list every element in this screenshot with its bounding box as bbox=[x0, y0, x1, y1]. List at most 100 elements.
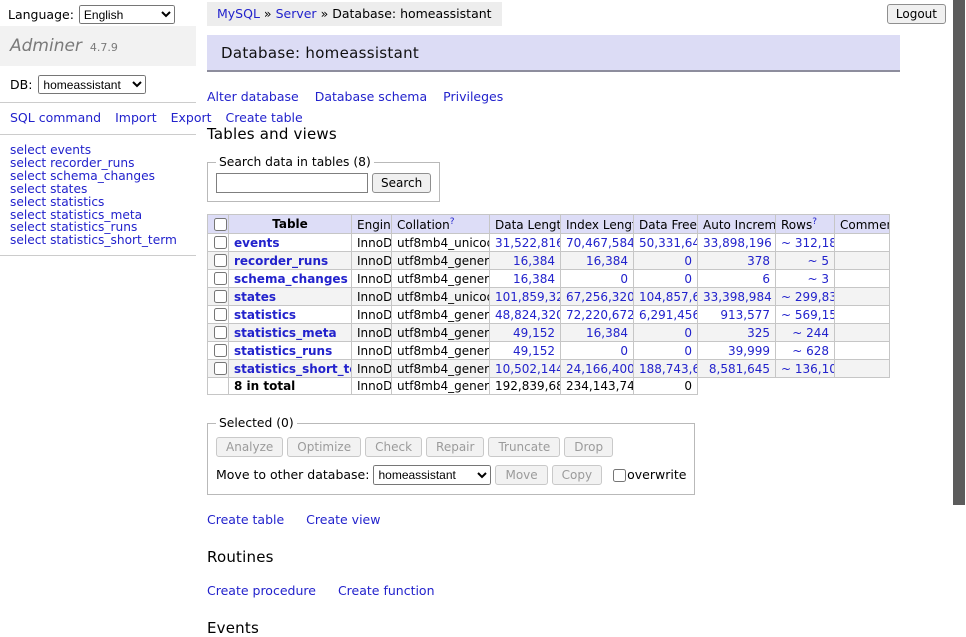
comment-cell bbox=[835, 360, 890, 378]
table-row: statistics_runsInnoDButf8mb4_general_ci4… bbox=[208, 342, 890, 360]
table-name-cell: events bbox=[229, 234, 352, 252]
breadcrumb-server-link[interactable]: Server bbox=[276, 6, 317, 21]
data-free-cell: 6,291,456 bbox=[634, 306, 698, 324]
table-link-recorder_runs[interactable]: recorder_runs bbox=[234, 254, 328, 268]
scrollbar-thumb[interactable] bbox=[953, 0, 965, 505]
sidebar-select-events[interactable]: select events bbox=[10, 144, 186, 157]
data-length-cell: 49,152 bbox=[490, 324, 561, 342]
footer-data-length-cell: 192,839,680 bbox=[490, 378, 561, 395]
row-checkbox[interactable] bbox=[214, 254, 227, 267]
column-header-comment: Comment? bbox=[835, 215, 890, 234]
sidebar-select-schema_changes[interactable]: select schema_changes bbox=[10, 170, 186, 183]
table-row: statistics_metaInnoDButf8mb4_general_ci4… bbox=[208, 324, 890, 342]
overwrite-label: overwrite bbox=[627, 467, 686, 482]
table-row: statistics_short_termInnoDButf8mb4_gener… bbox=[208, 360, 890, 378]
comment-cell bbox=[835, 270, 890, 288]
language-select[interactable]: English bbox=[79, 5, 175, 24]
row-checkbox[interactable] bbox=[214, 236, 227, 249]
index-length-cell: 24,166,400 bbox=[561, 360, 634, 378]
help-link[interactable]: ? bbox=[812, 217, 817, 227]
routines-link-create-function[interactable]: Create function bbox=[338, 583, 435, 598]
sidebar-action-import[interactable]: Import bbox=[115, 110, 157, 125]
database-links: Alter database Database schema Privileges bbox=[207, 89, 900, 104]
column-header-index-length: Index Length? bbox=[561, 215, 634, 234]
row-checkbox[interactable] bbox=[214, 326, 227, 339]
row-checkbox[interactable] bbox=[214, 344, 227, 357]
overwrite-checkbox[interactable] bbox=[613, 469, 626, 482]
rows-cell: ~ 299,833 bbox=[776, 288, 835, 306]
tables-list: TableEngine?Collation?Data Length?Index … bbox=[207, 214, 890, 395]
sidebar-action-export[interactable]: Export bbox=[171, 110, 212, 125]
repair-button[interactable]: Repair bbox=[426, 437, 484, 457]
help-link[interactable]: ? bbox=[450, 217, 455, 227]
select-all-cell bbox=[208, 215, 229, 234]
row-checkbox-cell bbox=[208, 288, 229, 306]
move-database-select[interactable]: homeassistant bbox=[373, 465, 491, 485]
rows-cell: ~ 628 bbox=[776, 342, 835, 360]
truncate-button[interactable]: Truncate bbox=[488, 437, 560, 457]
routines-link-create-procedure[interactable]: Create procedure bbox=[207, 583, 316, 598]
sidebar-select-states[interactable]: select states bbox=[10, 183, 186, 196]
engine-cell: InnoDB bbox=[352, 288, 392, 306]
comment-cell bbox=[835, 342, 890, 360]
row-checkbox[interactable] bbox=[214, 290, 227, 303]
collation-cell: utf8mb4_unicode_ci bbox=[392, 234, 490, 252]
data-length-cell: 16,384 bbox=[490, 252, 561, 270]
db-select[interactable]: homeassistant bbox=[38, 75, 146, 94]
data-free-cell: 0 bbox=[634, 252, 698, 270]
total-row: 8 in totalInnoDButf8mb4_general_ci192,83… bbox=[208, 378, 890, 395]
move-button[interactable]: Move bbox=[495, 465, 547, 485]
data-length-cell: 16,384 bbox=[490, 270, 561, 288]
sidebar-select-statistics_short_term[interactable]: select statistics_short_term bbox=[10, 234, 186, 247]
table-link-schema_changes[interactable]: schema_changes bbox=[234, 272, 348, 286]
sidebar-divider bbox=[0, 255, 196, 256]
create-link-create-view[interactable]: Create view bbox=[306, 512, 380, 527]
sidebar-select-statistics[interactable]: select statistics bbox=[10, 196, 186, 209]
auto-increment-cell: 33,898,196 bbox=[698, 234, 776, 252]
data-length-cell: 31,522,816 bbox=[490, 234, 561, 252]
column-header-auto-increment: Auto Increment? bbox=[698, 215, 776, 234]
selected-legend: Selected (0) bbox=[216, 416, 297, 430]
breadcrumb-mysql-link[interactable]: MySQL bbox=[217, 6, 260, 21]
search-fieldset: Search data in tables (8) Search bbox=[207, 155, 440, 202]
db-selector-row: DB:homeassistant bbox=[0, 66, 196, 102]
sidebar-select-recorder_runs[interactable]: select recorder_runs bbox=[10, 157, 186, 170]
rows-cell: ~ 569,159 bbox=[776, 306, 835, 324]
copy-button[interactable]: Copy bbox=[552, 465, 602, 485]
search-button[interactable]: Search bbox=[372, 173, 431, 193]
row-checkbox-cell bbox=[208, 234, 229, 252]
table-link-events[interactable]: events bbox=[234, 236, 280, 250]
search-input[interactable] bbox=[216, 173, 368, 193]
table-name-cell: statistics_runs bbox=[229, 342, 352, 360]
row-checkbox[interactable] bbox=[214, 272, 227, 285]
optimize-button[interactable]: Optimize bbox=[287, 437, 361, 457]
sidebar-action-sql-command[interactable]: SQL command bbox=[10, 110, 101, 125]
select-all-checkbox[interactable] bbox=[214, 218, 227, 231]
create-link-create-table[interactable]: Create table bbox=[207, 512, 284, 527]
check-button[interactable]: Check bbox=[365, 437, 422, 457]
table-link-statistics_runs[interactable]: statistics_runs bbox=[234, 344, 332, 358]
db-link-database-schema[interactable]: Database schema bbox=[315, 89, 427, 104]
rows-cell: ~ 244 bbox=[776, 324, 835, 342]
rows-cell: ~ 5 bbox=[776, 252, 835, 270]
move-row: Move to other database:homeassistantMove… bbox=[216, 465, 686, 485]
operation-buttons-row: AnalyzeOptimizeCheckRepairTruncateDrop bbox=[216, 437, 686, 457]
db-link-alter-database[interactable]: Alter database bbox=[207, 89, 299, 104]
app-name: Adminer bbox=[10, 36, 82, 56]
table-link-states[interactable]: states bbox=[234, 290, 276, 304]
table-link-statistics[interactable]: statistics bbox=[234, 308, 296, 322]
vertical-scrollbar[interactable] bbox=[952, 0, 966, 543]
table-link-statistics_short_term[interactable]: statistics_short_term bbox=[234, 362, 352, 376]
sidebar-table-links: select eventsselect recorder_runsselect … bbox=[0, 135, 196, 255]
drop-button[interactable]: Drop bbox=[564, 437, 613, 457]
routines-heading: Routines bbox=[207, 548, 900, 566]
row-checkbox[interactable] bbox=[214, 308, 227, 321]
main-content: MySQL»Server»Database: homeassistant Dat… bbox=[207, 0, 900, 637]
sidebar: Adminer 4.7.9 DB:homeassistant SQL comma… bbox=[0, 26, 196, 256]
row-checkbox[interactable] bbox=[214, 362, 227, 375]
db-link-privileges[interactable]: Privileges bbox=[443, 89, 503, 104]
table-link-statistics_meta[interactable]: statistics_meta bbox=[234, 326, 337, 340]
analyze-button[interactable]: Analyze bbox=[216, 437, 283, 457]
footer-index-length-cell: 234,143,744 bbox=[561, 378, 634, 395]
table-name-cell: statistics_meta bbox=[229, 324, 352, 342]
